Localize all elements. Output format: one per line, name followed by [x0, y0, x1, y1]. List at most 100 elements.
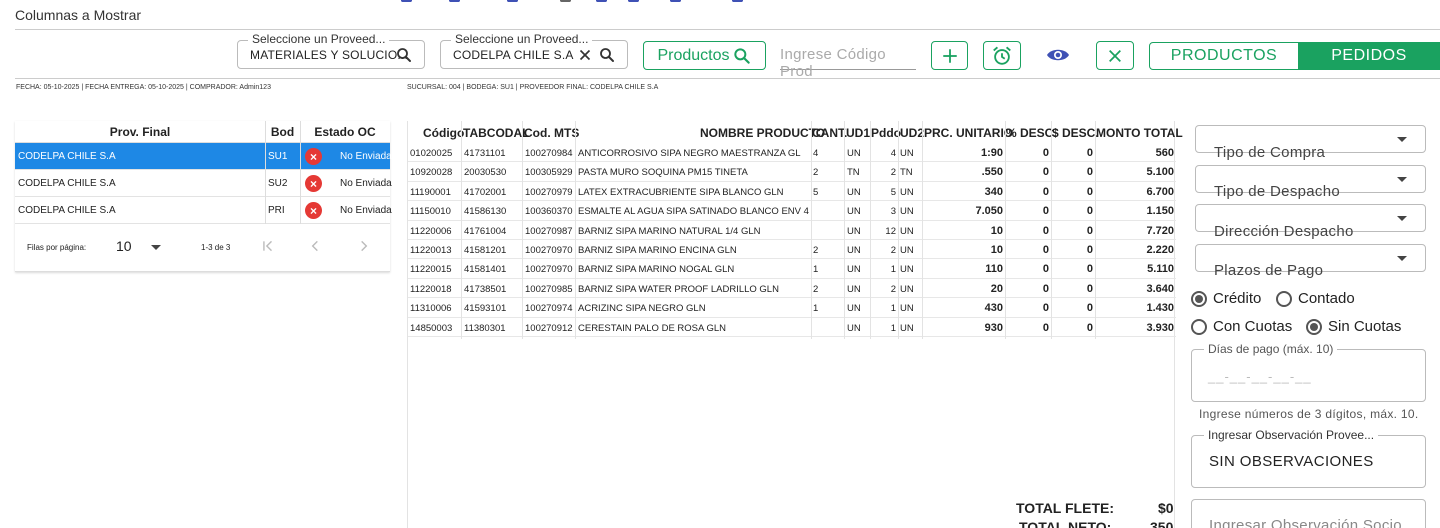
cell-d-desc: 0	[1086, 205, 1093, 218]
col-header-d-desc[interactable]: $ DESC.	[1052, 126, 1099, 140]
clear-button[interactable]	[1096, 41, 1134, 70]
table-row[interactable]: CODELPA CHILE S.A SU2 × No Enviada	[15, 170, 392, 197]
column-checkbox[interactable]	[596, 0, 607, 2]
col-header-cod-mts[interactable]: Cod. MTS	[524, 126, 579, 140]
obs-proveedor-field[interactable]: Ingresar Observación Provee... SIN OBSER…	[1191, 428, 1426, 488]
cell-pddo: 2	[890, 167, 896, 179]
cell-ud2: UN	[900, 264, 914, 276]
cell-cod-mts: 100305929	[525, 167, 573, 179]
cell-prov: CODELPA CHILE S.A	[18, 178, 116, 189]
col-header-prc-unitario[interactable]: PRC. UNITARIO	[924, 126, 1013, 140]
column-checkbox[interactable]	[670, 0, 681, 2]
cell-prc-unitario: 10	[990, 244, 1003, 256]
col-separator	[265, 197, 266, 224]
cell-pct-desc: 0	[1042, 205, 1049, 218]
close-icon[interactable]	[576, 46, 594, 64]
prev-page-icon[interactable]	[308, 239, 322, 253]
dias-pago-label: Días de pago (máx. 10)	[1204, 342, 1338, 356]
col-separator	[300, 143, 301, 170]
radio-sin-cuotas[interactable]: Sin Cuotas	[1306, 318, 1401, 335]
error-status-icon: ×	[305, 148, 322, 165]
cell-codigo: 10920028	[410, 167, 453, 179]
table-row[interactable]: 11220006 41761004 100270987 BARNIZ SIPA MAR…	[408, 221, 1176, 240]
obs-socio-field[interactable]: Ingresar Observación Socio	[1191, 499, 1426, 528]
cell-tabcodal: 41581201	[464, 245, 507, 256]
col-header-cant[interactable]: CANT.	[812, 126, 847, 140]
cell-tabcodal: 41738501	[464, 283, 507, 295]
cell-pddo: 4	[890, 148, 896, 159]
cell-d-desc: 0	[1086, 147, 1093, 159]
cell-pddo: 5	[890, 186, 896, 198]
col-header-tabcodal[interactable]: TABCODAL	[463, 126, 529, 140]
cell-cant: 2	[813, 283, 819, 295]
search-icon	[733, 47, 750, 64]
radio-con-cuotas[interactable]: Con Cuotas	[1191, 318, 1292, 335]
radio-credito[interactable]: Crédito	[1191, 290, 1261, 307]
column-checkbox[interactable]	[560, 0, 571, 2]
column-checkbox[interactable]	[507, 0, 518, 2]
dias-pago-field[interactable]: Días de pago (máx. 10) __-__-__-__-__	[1191, 342, 1426, 402]
table-row[interactable]: 14850003 11380301 100270912 CERESTAIN PALO …	[408, 318, 1176, 337]
cell-d-desc: 0	[1086, 244, 1093, 256]
productos-search-button[interactable]: Productos	[643, 41, 766, 70]
table-row[interactable]: CODELPA CHILE S.A SU1 × No Enviada	[15, 143, 392, 170]
col-header-codigo[interactable]: Código	[423, 126, 464, 140]
col-header-estado-oc[interactable]: Estado OC	[300, 125, 390, 139]
table-row[interactable]: 11150010 41586130 100360370 ESMALTE AL AGUA…	[408, 201, 1176, 221]
cell-cod-mts: 100270912	[525, 322, 573, 334]
col-header-pddo[interactable]: Pddo	[871, 126, 901, 140]
toggle-productos[interactable]: PRODUCTOS	[1149, 42, 1299, 70]
cell-pddo: 2	[890, 283, 896, 295]
col-header-pct-desc[interactable]: % DESC.	[1006, 126, 1057, 140]
toggle-pedidos[interactable]: PEDIDOS	[1298, 42, 1440, 70]
table-row[interactable]: 11220018 41738501 100270985 BARNIZ SIPA WAT…	[408, 279, 1176, 299]
search-icon[interactable]	[395, 46, 413, 64]
cell-ud1: UN	[847, 245, 861, 256]
col-header-ud2[interactable]: UD2	[900, 126, 924, 140]
cell-prc-unitario: 110	[985, 263, 1003, 276]
col-header-prov-final[interactable]: Prov. Final	[15, 125, 265, 139]
col-separator	[461, 121, 462, 339]
radio-checked-icon	[1306, 318, 1322, 335]
first-page-icon[interactable]	[261, 239, 275, 253]
column-checkbox[interactable]	[449, 0, 460, 2]
table-row[interactable]: CODELPA CHILE S.A PRI × No Enviada	[15, 197, 392, 224]
cell-prc-unitario: 10	[990, 224, 1003, 237]
product-code-input[interactable]: Ingrese Código Prod	[780, 42, 916, 80]
chevron-down-icon[interactable]	[151, 245, 161, 250]
column-checkbox[interactable]	[628, 0, 639, 2]
table-row[interactable]: 11310006 41593101 100270974 ACRIZINC SIPA N…	[408, 298, 1176, 318]
divider	[15, 29, 1440, 30]
col-header-ud1[interactable]: UD1	[846, 126, 870, 140]
rows-per-page-select[interactable]: 10	[116, 238, 132, 254]
cell-codigo: 11220006	[410, 225, 452, 237]
plus-icon	[942, 48, 957, 63]
next-page-icon[interactable]	[357, 239, 371, 253]
alarm-button[interactable]	[983, 41, 1021, 70]
table-row[interactable]: 11220013 41581201 100270970 BARNIZ SIPA MAR…	[408, 240, 1176, 260]
table-row[interactable]: 10920028 20030530 100305929 PASTA MURO SOQU…	[408, 162, 1176, 182]
col-header-bod[interactable]: Bod	[265, 125, 300, 139]
col-header-nombre[interactable]: NOMBRE PRODUCTO	[700, 126, 825, 140]
cell-ud2: UN	[900, 322, 914, 334]
search-icon[interactable]	[598, 46, 616, 64]
table-row[interactable]: 01020025 41731101 100270984 ANTICORROSIVO S…	[408, 143, 1176, 163]
cell-monto-total: 2.220	[1146, 244, 1174, 256]
cell-estado: No Enviada	[340, 178, 392, 189]
radio-contado[interactable]: Contado	[1276, 290, 1355, 307]
order-info-right: SUCURSAL: 004 | BODEGA: SU1 | PROVEEDOR …	[407, 84, 659, 91]
productos-button-label: Productos	[657, 46, 730, 64]
col-header-monto-total[interactable]: MONTO TOTAL	[1096, 126, 1183, 140]
table-row[interactable]: 11220015 41581401 100270970 BARNIZ SIPA MAR…	[408, 259, 1176, 279]
cell-monto-total: 5.100	[1146, 166, 1174, 179]
table-row[interactable]: 11190001 41702001 100270979 LATEX EXTRACUBR…	[408, 182, 1176, 202]
add-button[interactable]	[931, 41, 968, 70]
proveedor-select-2[interactable]: Seleccione un Proveed... CODELPA CHILE S…	[440, 32, 628, 69]
column-checkbox-row	[0, 0, 1440, 2]
column-checkbox[interactable]	[401, 0, 412, 2]
proveedor-select-1[interactable]: Seleccione un Proveed... MATERIALES Y SO…	[237, 32, 425, 69]
cell-pddo: 1	[890, 264, 896, 276]
cell-codigo: 11190001	[410, 186, 451, 198]
column-checkbox[interactable]	[732, 0, 743, 2]
eye-icon[interactable]	[1046, 45, 1070, 65]
